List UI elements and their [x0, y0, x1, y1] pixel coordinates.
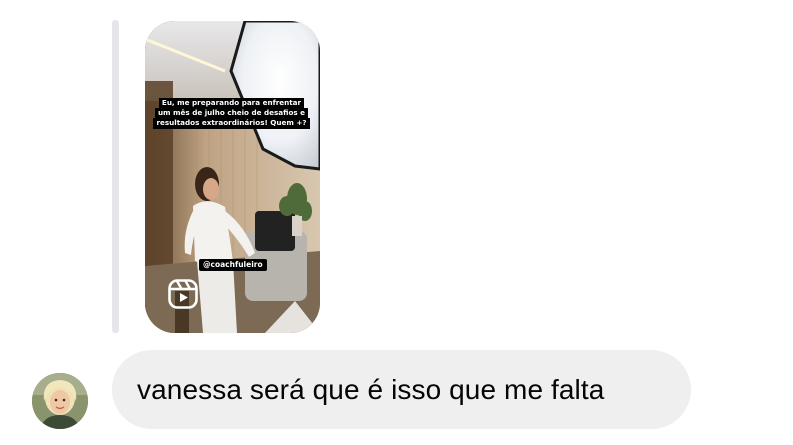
caption-line: resultados extraordinários! Quem +? — [153, 118, 310, 129]
reel-caption: Eu, me preparando para enfrentar um mês … — [153, 98, 310, 129]
avatar-photo — [32, 373, 88, 429]
sender-avatar[interactable] — [32, 373, 88, 429]
message-bubble[interactable]: vanessa será que é isso que me falta — [112, 350, 691, 429]
reels-icon — [168, 279, 198, 309]
message-text: vanessa será que é isso que me falta — [137, 373, 605, 405]
caption-line: um mês de julho cheio de desafios e — [154, 108, 309, 119]
reel-author-handle[interactable]: @coachfuleiro — [199, 259, 267, 271]
dm-thread: Eu, me preparando para enfrentar um mês … — [0, 0, 793, 445]
caption-line: Eu, me preparando para enfrentar — [158, 98, 305, 109]
reply-bar — [112, 20, 119, 333]
